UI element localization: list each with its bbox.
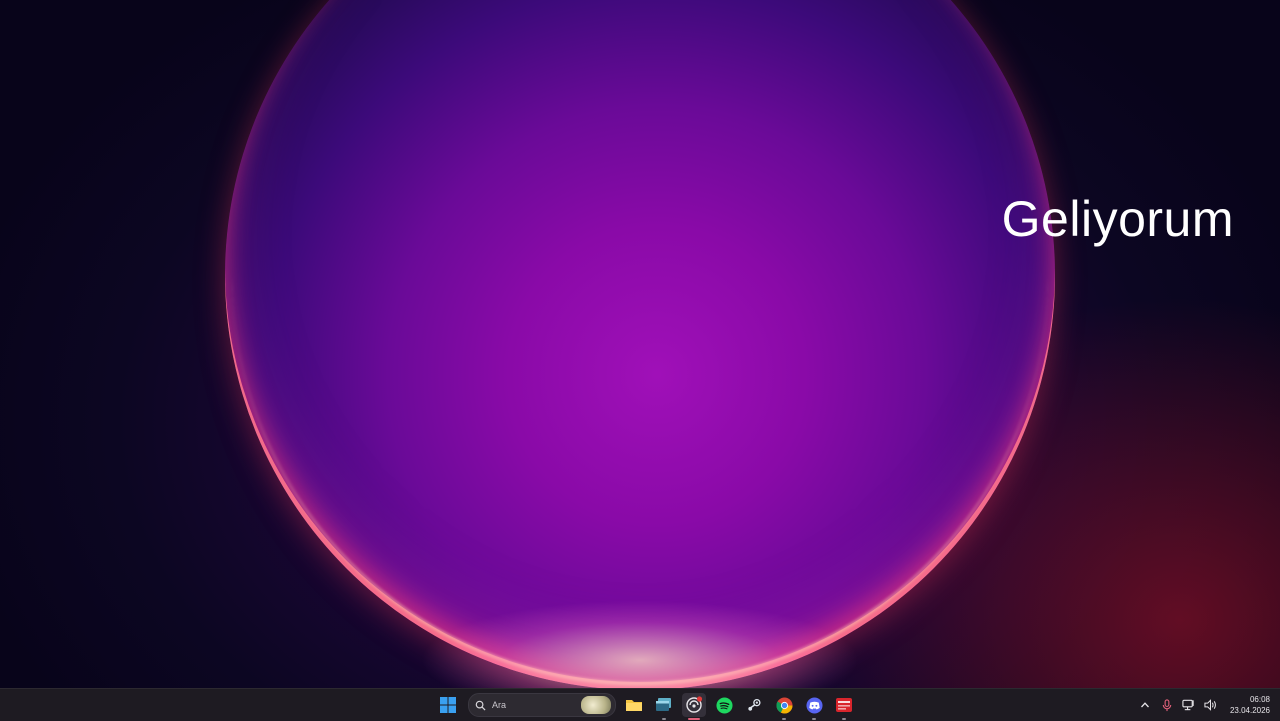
search-highlight-image xyxy=(581,696,611,714)
discord-icon xyxy=(805,696,823,714)
search-icon xyxy=(475,700,486,711)
chrome-icon xyxy=(775,696,793,714)
microphone-icon xyxy=(1162,698,1172,711)
steam-button[interactable] xyxy=(742,693,766,717)
speaker-icon xyxy=(1204,699,1217,711)
steam-icon xyxy=(747,698,761,711)
clock[interactable]: 06:08 23.04.2026 xyxy=(1230,694,1270,716)
search-box[interactable]: Ara xyxy=(468,693,616,717)
network-monitor-icon xyxy=(1182,699,1195,711)
clock-date: 23.04.2026 xyxy=(1229,706,1270,715)
wallpaper-orb-rim xyxy=(232,0,1048,685)
discord-button[interactable] xyxy=(802,693,826,720)
video-editor-icon xyxy=(836,698,852,712)
taskbar-center: Ara xyxy=(436,689,856,721)
clock-time: 06:08 xyxy=(1249,695,1270,704)
search-placeholder: Ara xyxy=(492,700,507,710)
record-icon xyxy=(686,696,703,713)
show-hidden-icons-button[interactable] xyxy=(1138,698,1152,712)
desktop-overlay-text: Geliyorum xyxy=(1001,191,1234,247)
window-stack-icon xyxy=(656,698,671,711)
file-explorer-button[interactable] xyxy=(622,693,646,717)
microphone-tray-button[interactable] xyxy=(1160,698,1174,712)
windows-logo-icon xyxy=(440,697,456,713)
start-button[interactable] xyxy=(436,693,460,717)
chevron-up-icon xyxy=(1140,702,1149,708)
volume-tray-button[interactable] xyxy=(1204,698,1218,712)
network-tray-button[interactable] xyxy=(1182,698,1196,712)
folder-icon xyxy=(626,700,642,711)
chrome-button[interactable] xyxy=(772,693,796,720)
spotify-icon xyxy=(715,696,733,714)
taskbar: Ara 06:08 23.04.2026 xyxy=(0,688,1280,721)
desktop[interactable]: Geliyorum xyxy=(0,0,1280,688)
system-tray: 06:08 23.04.2026 xyxy=(1138,689,1270,721)
spotify-button[interactable] xyxy=(712,693,736,717)
task-view-button[interactable] xyxy=(652,693,676,720)
recording-app-button[interactable] xyxy=(682,693,706,720)
video-editor-button[interactable] xyxy=(832,693,856,720)
